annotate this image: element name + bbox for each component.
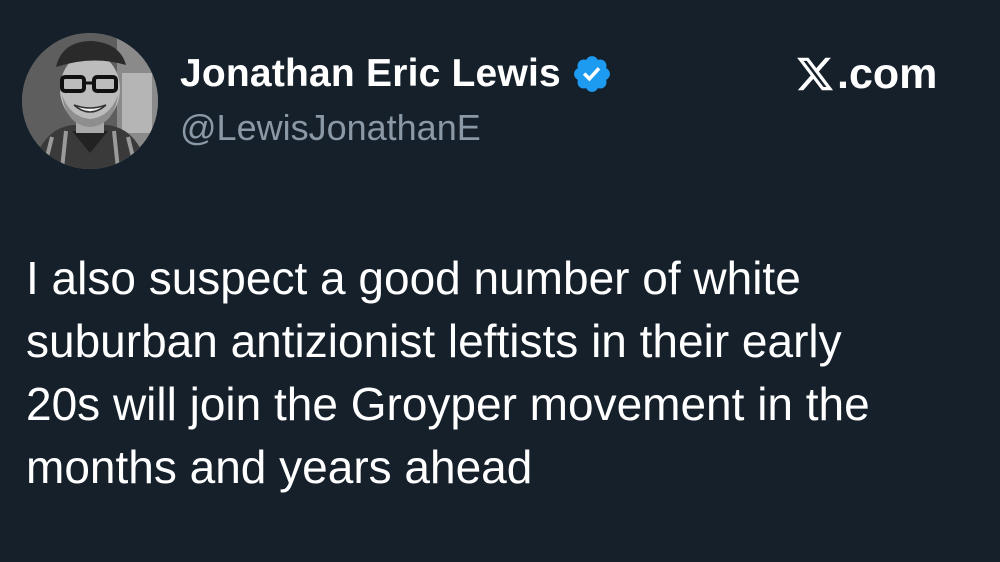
tweet-text-line: suburban antizionist leftists in their e…	[26, 315, 842, 367]
author-display-name[interactable]: Jonathan Eric Lewis	[180, 52, 561, 96]
avatar[interactable]	[22, 33, 158, 169]
verified-badge-icon	[571, 53, 613, 95]
tweet-text: I also suspect a good number of white su…	[26, 247, 986, 499]
tweet-text-line: I also suspect a good number of white	[26, 252, 801, 304]
brand-label: .com	[837, 49, 938, 98]
author-handle[interactable]: @LewisJonathanE	[180, 107, 481, 149]
tweet-text-line: months and years ahead	[26, 441, 533, 493]
x-logo-icon	[795, 54, 835, 94]
tweet-text-line: 20s will join the Groyper movement in th…	[26, 378, 870, 430]
tweet-card: Jonathan Eric Lewis @LewisJonathanE .com…	[0, 0, 1000, 562]
author-name-row: Jonathan Eric Lewis	[180, 50, 613, 98]
profile-photo	[22, 33, 158, 169]
brand-watermark: .com	[795, 50, 937, 98]
